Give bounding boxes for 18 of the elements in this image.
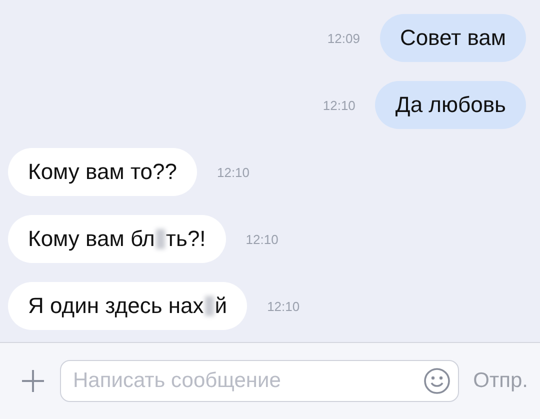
send-button[interactable]: Отпр. <box>473 369 528 393</box>
blur-mark <box>204 296 214 316</box>
message-time: 12:10 <box>216 164 250 180</box>
message-text: Кому вам то?? <box>28 159 177 185</box>
message-text: й <box>214 293 228 319</box>
message-time: 12:09 <box>327 30 360 46</box>
message-time: 12:10 <box>267 298 300 314</box>
message-time: 12:10 <box>322 98 356 112</box>
message-text: Я один здесь нах <box>28 293 204 319</box>
blur-mark <box>156 229 165 249</box>
plus-icon[interactable] <box>20 368 46 394</box>
message-input-field[interactable]: Написать сообщение <box>60 360 460 402</box>
message-time: 12:10 <box>246 232 278 246</box>
smiley-icon[interactable] <box>423 367 452 395</box>
message-text: ть?! <box>166 226 206 252</box>
message-text: Совет вам <box>400 25 506 51</box>
message-text: Кому вам бл <box>28 226 155 252</box>
message-text: Да любовь <box>395 92 506 118</box>
